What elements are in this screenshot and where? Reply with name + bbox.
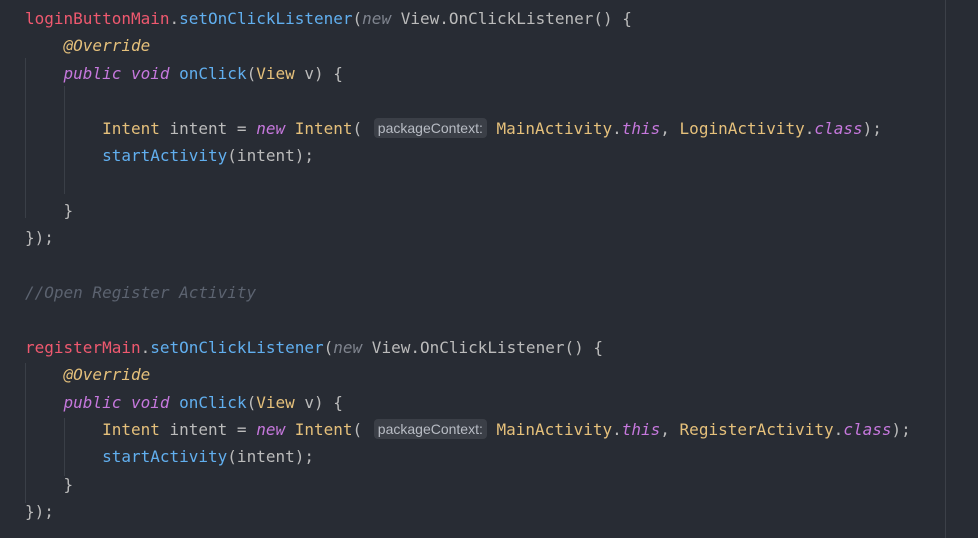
code-token: class	[814, 118, 863, 138]
code-line[interactable]: @Override	[25, 32, 151, 59]
code-token: Intent	[294, 118, 353, 138]
code-token: Intent	[294, 420, 353, 439]
code-token: (intent);	[227, 146, 314, 165]
code-token: (	[246, 63, 257, 83]
code-token: .	[140, 337, 151, 357]
code-token: class	[843, 420, 892, 439]
code-token: loginButtonMain	[25, 9, 170, 28]
code-line[interactable]: Intent intent = new Intent( packageConte…	[25, 416, 911, 443]
code-token: View.OnClickListener() {	[362, 337, 603, 357]
code-token: intent =	[159, 420, 257, 439]
code-token: v) {	[294, 392, 343, 412]
code-token: intent =	[159, 118, 257, 138]
code-token: (	[352, 118, 372, 138]
code-token: @Override	[63, 365, 151, 385]
code-line[interactable]: @Override	[25, 361, 151, 388]
code-token: this	[621, 118, 661, 138]
code-token: RegisterActivity	[679, 420, 834, 439]
code-editor[interactable]: loginButtonMain.setOnClickListener(new V…	[0, 0, 978, 538]
code-token: (	[352, 420, 372, 439]
code-line[interactable]: startActivity(intent);	[25, 142, 314, 169]
code-line[interactable]: });	[25, 224, 54, 251]
code-token: ,	[660, 118, 680, 138]
code-token: MainActivity	[496, 118, 613, 138]
code-token: v) {	[294, 63, 343, 83]
indent-guide	[64, 86, 65, 194]
parameter-hint: packageContext:	[373, 419, 487, 439]
code-token: .	[833, 420, 844, 439]
code-token: new	[256, 118, 286, 138]
code-token: startActivity	[102, 146, 228, 165]
code-token: .	[169, 9, 180, 28]
code-token: );	[862, 118, 882, 138]
code-line[interactable]: registerMain.setOnClickListener(new View…	[25, 334, 603, 361]
code-token: setOnClickListener	[150, 337, 324, 357]
code-token: onClick	[179, 392, 247, 412]
code-line[interactable]: }	[25, 471, 74, 498]
code-line[interactable]: startActivity(intent);	[25, 443, 314, 470]
code-token: .	[804, 118, 815, 138]
indent-guide	[25, 58, 26, 218]
code-token: });	[25, 502, 54, 522]
code-token: }	[25, 474, 74, 494]
code-token: @Override	[63, 36, 151, 56]
code-token: new	[333, 337, 363, 357]
code-token: View	[256, 63, 295, 83]
indent-guide	[25, 363, 26, 503]
code-token: LoginActivity	[679, 118, 805, 138]
right-margin-guide	[945, 0, 946, 538]
code-token: );	[891, 420, 911, 439]
code-token: public	[63, 392, 122, 412]
code-token: Intent	[102, 118, 160, 138]
code-token: MainActivity	[496, 420, 613, 439]
code-token: (	[352, 9, 363, 28]
parameter-hint: packageContext:	[373, 117, 487, 138]
code-token: registerMain	[25, 337, 141, 357]
code-line[interactable]: //Open Register Activity	[25, 279, 256, 306]
code-line[interactable]: public void onClick(View v) {	[25, 60, 343, 87]
code-token: (	[323, 337, 334, 357]
code-token: (intent);	[227, 447, 314, 467]
indent-guide	[64, 418, 65, 476]
code-token: startActivity	[102, 447, 228, 467]
code-token: void	[130, 63, 170, 83]
code-token: .	[612, 420, 622, 439]
code-line[interactable]: Intent intent = new Intent( packageConte…	[25, 115, 882, 142]
code-token: public	[63, 63, 122, 83]
code-token: }	[25, 200, 74, 220]
code-token: onClick	[179, 63, 247, 83]
code-token: setOnClickListener	[179, 9, 353, 28]
code-line[interactable]: public void onClick(View v) {	[25, 389, 343, 416]
code-token: ,	[660, 420, 680, 439]
code-token: .	[612, 118, 622, 138]
code-token: View.OnClickListener() {	[391, 9, 632, 28]
code-token: });	[25, 228, 54, 248]
code-token: new	[256, 420, 286, 439]
code-line[interactable]: loginButtonMain.setOnClickListener(new V…	[25, 5, 632, 32]
code-token: //Open Register Activity	[25, 283, 257, 302]
code-token: View	[256, 392, 295, 412]
code-line[interactable]: });	[25, 498, 54, 525]
code-token: (	[246, 392, 257, 412]
code-token: new	[362, 9, 392, 28]
code-token: Intent	[102, 420, 160, 439]
code-token: this	[621, 420, 661, 439]
code-line[interactable]: }	[25, 197, 74, 224]
code-token: void	[130, 392, 170, 412]
